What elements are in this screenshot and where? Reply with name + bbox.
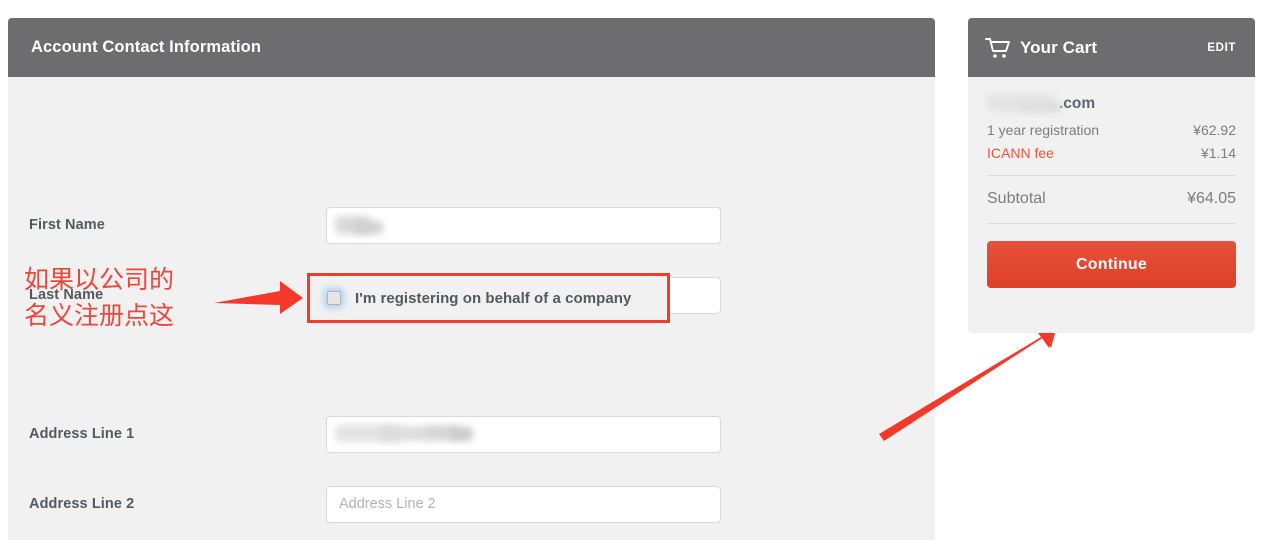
form-panel-header: Account Contact Information — [8, 18, 935, 77]
field-row-address-line-1: Address Line 1 — [8, 414, 935, 454]
field-row-first-name: First Name — [8, 205, 935, 245]
cart-item-price: ¥1.14 — [1200, 145, 1236, 161]
cart-body: .com 1 year registration ¥62.92 ICANN fe… — [968, 77, 1255, 288]
cart-line-item-registration: 1 year registration ¥62.92 — [987, 122, 1236, 138]
cart-subtotal-label: Subtotal — [987, 190, 1046, 207]
input-first-name[interactable] — [326, 206, 721, 244]
redaction-blur — [353, 220, 383, 234]
annotation-chinese-note: 如果以公司的 名义注册点这 — [24, 265, 175, 330]
shopping-cart-icon — [985, 37, 1010, 58]
cart-item-name: ICANN fee — [987, 145, 1054, 161]
input-address-line-1[interactable] — [326, 415, 721, 453]
cart-divider-bottom — [987, 223, 1236, 224]
redaction-blur — [451, 426, 473, 441]
field-row-address-line-2: Address Line 2 Address Line 2 — [8, 484, 935, 524]
checkbox-company[interactable] — [327, 291, 341, 305]
cart-item-name: 1 year registration — [987, 122, 1100, 138]
cart-panel: Your Cart EDIT .com 1 year registration … — [968, 18, 1255, 333]
company-checkbox-label: I'm registering on behalf of a company — [355, 289, 632, 307]
company-checkbox-row[interactable]: I'm registering on behalf of a company — [307, 273, 670, 323]
label-address-line-2: Address Line 2 — [29, 496, 135, 512]
cart-divider-top — [987, 175, 1236, 176]
page-title: Account Contact Information — [31, 38, 262, 56]
cart-domain-tld: .com — [1059, 95, 1096, 112]
redaction-blur — [379, 425, 427, 441]
cart-panel-header: Your Cart EDIT — [968, 18, 1255, 77]
continue-button[interactable]: Continue — [987, 241, 1236, 288]
redaction-blur — [1021, 102, 1061, 112]
cart-edit-link[interactable]: EDIT — [1207, 42, 1236, 54]
placeholder-address-line-2: Address Line 2 — [339, 496, 436, 512]
label-first-name: First Name — [29, 217, 105, 233]
cart-line-item-icann-fee: ICANN fee ¥1.14 — [987, 145, 1236, 161]
label-address-line-1: Address Line 1 — [29, 426, 135, 442]
cart-subtotal-row: Subtotal ¥64.05 — [987, 190, 1236, 208]
cart-item-price: ¥62.92 — [1193, 122, 1236, 138]
cart-title: Your Cart — [1020, 37, 1098, 57]
cart-subtotal-price: ¥64.05 — [1187, 190, 1236, 207]
cart-domain-name: .com — [987, 93, 1236, 115]
page-root: Account Contact Information First Name L… — [0, 0, 1270, 540]
input-address-line-2[interactable]: Address Line 2 — [326, 485, 721, 523]
